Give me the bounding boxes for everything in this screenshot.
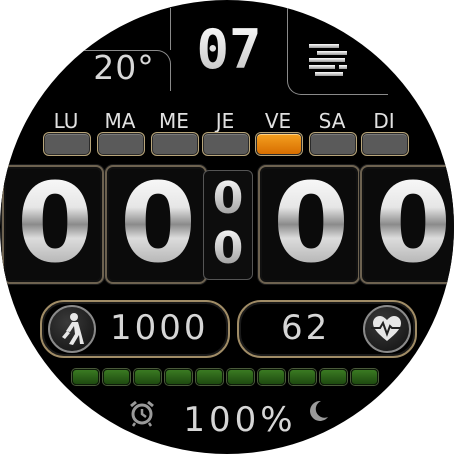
watch-face: 20° 07 LU MA ME JE VE SA DI 0 0 0 0 0 0 [0, 0, 454, 454]
battery-bar-segment [196, 369, 223, 385]
battery-bar-segment [258, 369, 285, 385]
battery-bar-segment [165, 369, 192, 385]
top-frame-divider-right [287, 8, 288, 50]
seconds-tens-digit: 0 [204, 175, 252, 223]
battery-level: 100% [183, 400, 297, 440]
battery-bar-segment [351, 369, 378, 385]
weekday-indicator-je [203, 133, 249, 155]
weekday-label-ma: MA [104, 109, 136, 133]
battery-bar-segment [227, 369, 254, 385]
menu-lines-icon[interactable] [307, 42, 349, 76]
weekday-indicator-sa [310, 133, 356, 155]
weekday-indicator-di [362, 133, 408, 155]
walking-person-icon [48, 305, 96, 353]
battery-bar-segment [134, 369, 161, 385]
minute-ones-box: 0 [360, 165, 454, 284]
weekday-indicator-me [152, 133, 198, 155]
weekday-indicator-ma [98, 133, 144, 155]
weekday-indicator-ve [256, 133, 302, 155]
heart-rate-icon [363, 305, 411, 353]
minute-ones-digit: 0 [362, 167, 454, 282]
battery-bar-segment [103, 369, 130, 385]
heart-rate-value: 62 [281, 308, 331, 348]
alarm-clock-icon[interactable] [128, 399, 156, 427]
weekday-label-me: ME [159, 109, 189, 133]
top-frame-divider-left [170, 8, 171, 50]
hour-ones-box: 0 [105, 165, 207, 284]
heart-rate-complication[interactable]: 62 [237, 300, 417, 358]
hour-tens-digit: 0 [4, 167, 102, 282]
battery-bar-segment [320, 369, 347, 385]
minute-tens-box: 0 [258, 165, 360, 284]
seconds-ones-digit: 0 [204, 225, 252, 273]
hour-tens-box: 0 [2, 165, 104, 284]
battery-bar-segment [72, 369, 99, 385]
weekday-label-lu: LU [53, 109, 79, 133]
weekday-label-di: DI [373, 109, 395, 133]
steps-complication[interactable]: 1000 [40, 300, 230, 358]
battery-bar-segment [289, 369, 316, 385]
weekday-label-je: JE [215, 109, 235, 133]
minute-tens-digit: 0 [260, 167, 358, 282]
temperature: 20° [93, 48, 155, 87]
weekday-label-sa: SA [318, 109, 346, 133]
moon-icon[interactable] [304, 398, 330, 424]
date-day: 07 [182, 18, 276, 84]
weekday-label-ve: VE [264, 109, 292, 133]
weekday-indicator-lu [44, 133, 90, 155]
seconds-box: 0 0 [203, 170, 253, 280]
steps-value: 1000 [110, 308, 209, 348]
hour-ones-digit: 0 [107, 167, 205, 282]
